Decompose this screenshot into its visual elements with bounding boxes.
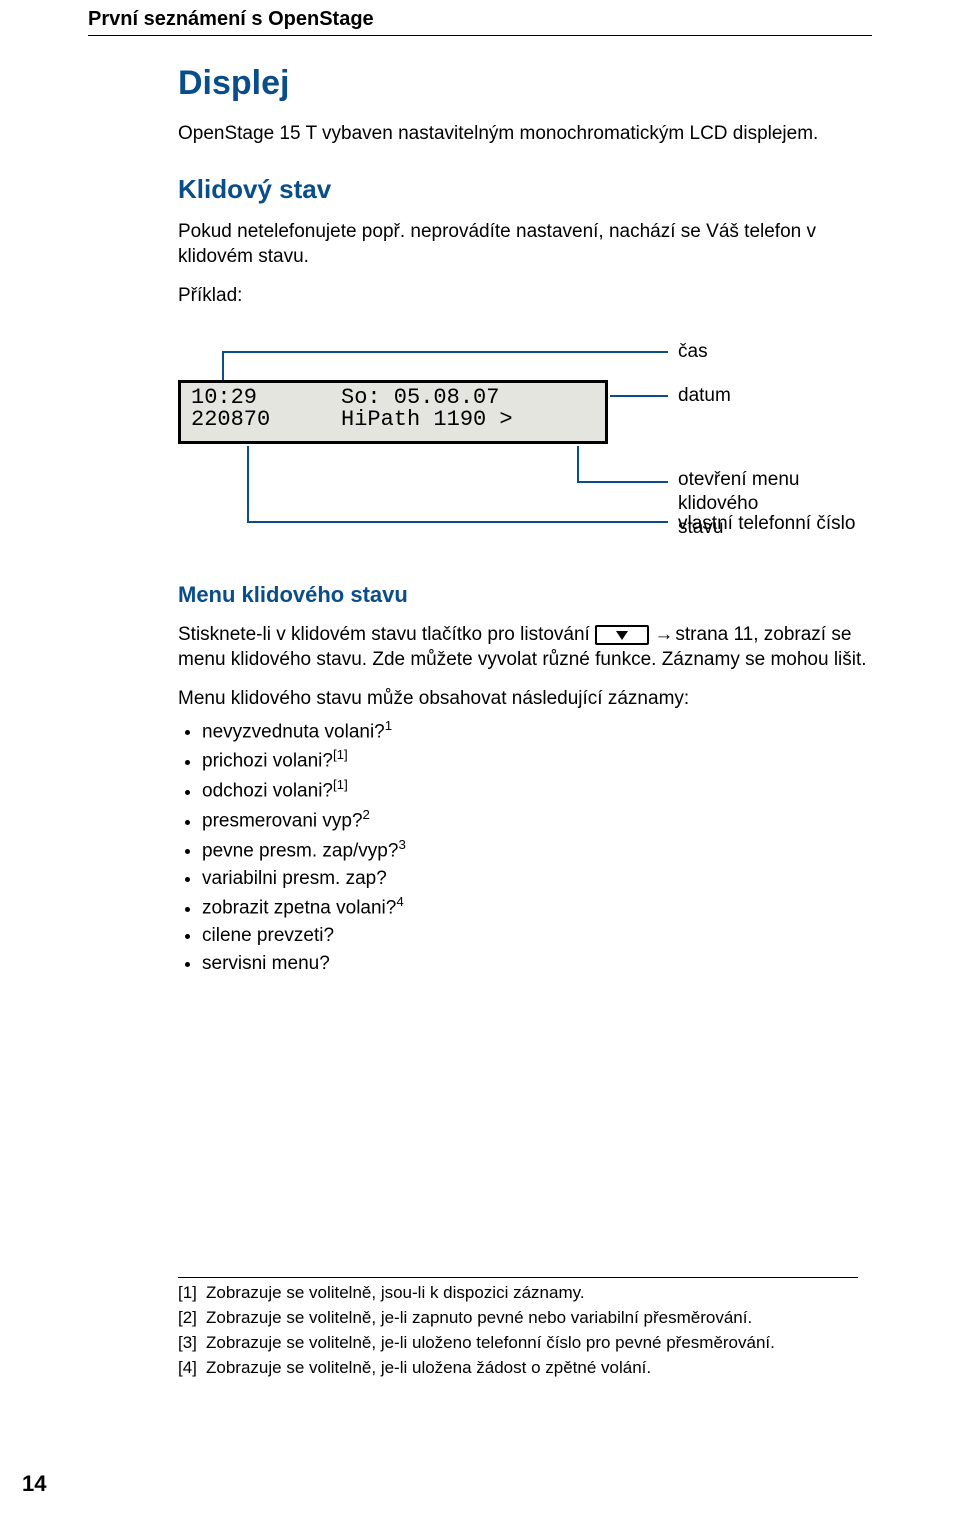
display-system: HiPath 1190 > [341,409,513,431]
list-item: zobrazit zpetna volani?4 [202,892,872,922]
list-item: servisni menu? [202,950,872,978]
list-item-text: servisni menu? [202,953,330,974]
callout-date: datum [678,384,731,408]
display-date: So: 05.08.07 [341,387,513,409]
lcd-display: 10:29 220870 So: 05.08.07 HiPath 1190 > [178,380,608,444]
footnote-number: [2] [178,1307,206,1330]
footnote-text: Zobrazuje se volitelně, je-li uložena žá… [206,1358,651,1377]
footnote-text: Zobrazuje se volitelně, je-li zapnuto pe… [206,1308,752,1327]
header-rule [88,35,872,36]
display-diagram: 10:29 220870 So: 05.08.07 HiPath 1190 > … [178,322,872,552]
list-intro: Menu klidového stavu může obsahovat násl… [178,686,872,711]
list-item-text: presmerovani vyp? [202,811,363,832]
footnote: [4]Zobrazuje se volitelně, je-li uložena… [178,1357,858,1380]
running-header: První seznámení s OpenStage [88,8,872,31]
heading-displej: Displej [178,64,872,103]
callout-time: čas [678,340,708,364]
list-item-footnote-ref: 2 [363,807,370,822]
list-item-footnote-ref: 3 [398,837,405,852]
menu-item-list: nevyzvednuta volani?1prichozi volani?[1]… [178,716,872,978]
list-item: presmerovani vyp?2 [202,805,872,835]
display-extension: 220870 [191,409,341,431]
list-item-footnote-ref: [1] [333,777,348,792]
callout-extension: vlastní telefonní číslo [678,512,855,536]
list-item-text: odchozi volani? [202,781,333,802]
intro-paragraph: OpenStage 15 T vybaven nastavitelným mon… [178,121,872,146]
footnote-number: [3] [178,1332,206,1355]
list-item: prichozi volani?[1] [202,745,872,775]
list-item-text: variabilni presm. zap? [202,868,387,889]
menu-paragraph: Stisknete-li v klidovém stavu tlačítko p… [178,622,872,672]
footnote-number: [4] [178,1357,206,1380]
heading-klidovy-stav: Klidový stav [178,174,872,205]
cross-reference: → strana 11 [654,622,753,647]
scroll-down-key-icon [595,625,649,645]
list-item-footnote-ref: 1 [385,718,392,733]
list-item: variabilni presm. zap? [202,865,872,893]
list-item: odchozi volani?[1] [202,775,872,805]
display-time: 10:29 [191,387,341,409]
list-item: cilene prevzeti? [202,922,872,950]
list-item-text: nevyzvednuta volani? [202,721,385,742]
footnote-number: [1] [178,1282,206,1305]
list-item: nevyzvednuta volani?1 [202,716,872,746]
idle-paragraph: Pokud netelefonujete popř. neprovádíte n… [178,219,872,269]
example-label: Příklad: [178,283,872,308]
footnote-text: Zobrazuje se volitelně, jsou-li k dispoz… [206,1283,585,1302]
list-item-text: prichozi volani? [202,751,333,772]
list-item: pevne presm. zap/vyp?3 [202,835,872,865]
list-item-text: zobrazit zpetna volani? [202,898,396,919]
footnote: [1]Zobrazuje se volitelně, jsou-li k dis… [178,1282,858,1305]
list-item-footnote-ref: 4 [396,894,403,909]
list-item-text: cilene prevzeti? [202,925,334,946]
menu-paragraph-pre: Stisknete-li v klidovém stavu tlačítko p… [178,624,595,645]
page-number: 14 [22,1471,46,1497]
footnote: [3]Zobrazuje se volitelně, je-li uloženo… [178,1332,858,1355]
list-item-text: pevne presm. zap/vyp? [202,840,398,861]
footnote-text: Zobrazuje se volitelně, je-li uloženo te… [206,1333,775,1352]
footnote: [2]Zobrazuje se volitelně, je-li zapnuto… [178,1307,858,1330]
cross-reference-text: strana 11 [675,622,753,647]
list-item-footnote-ref: [1] [333,747,348,762]
arrow-right-icon: → [654,622,673,647]
heading-menu-klidoveho-stavu: Menu klidového stavu [178,582,872,608]
footnotes: [1]Zobrazuje se volitelně, jsou-li k dis… [178,1277,858,1380]
